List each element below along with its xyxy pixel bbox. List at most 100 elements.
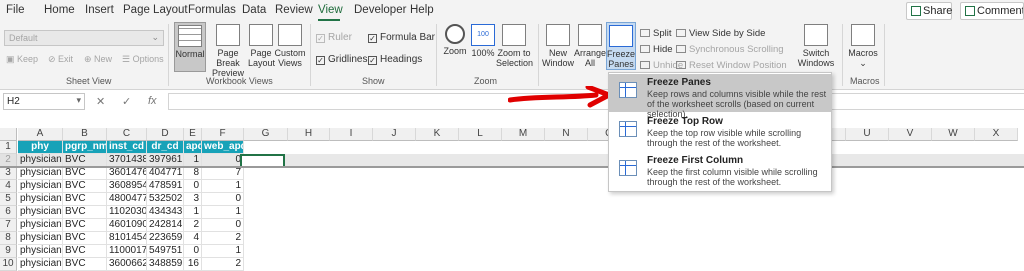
table-header-cell[interactable]: inst_cd [107, 141, 147, 154]
column-header-F[interactable]: F [202, 128, 244, 141]
table-cell[interactable]: 3601476 [107, 167, 147, 180]
table-cell[interactable]: 4 [184, 232, 202, 245]
table-cell[interactable]: 3600662 [107, 258, 147, 271]
table-header-cell[interactable]: pgrp_nm [63, 141, 107, 154]
tab-home[interactable]: Home [44, 4, 75, 16]
table-cell[interactable]: 0 [202, 193, 244, 206]
column-header-G[interactable]: G [244, 128, 288, 141]
column-header-J[interactable]: J [373, 128, 416, 141]
enter-icon[interactable]: ✓ [122, 95, 131, 108]
table-header-cell[interactable]: phy [18, 141, 63, 154]
column-header-N[interactable]: N [545, 128, 588, 141]
zoom-100-button[interactable]: 100 100% [470, 22, 496, 58]
zoom-button[interactable]: Zoom [440, 22, 470, 56]
name-box[interactable]: H2 ▾ [3, 93, 85, 110]
row-header[interactable]: 5 [0, 193, 17, 206]
new-window-button[interactable]: New Window [542, 22, 574, 68]
row-header[interactable]: 3 [0, 167, 17, 180]
column-header-B[interactable]: B [63, 128, 107, 141]
tab-view[interactable]: View [318, 4, 343, 16]
page-break-preview-button[interactable]: Page Break Preview [206, 22, 250, 78]
new-button[interactable]: ⊕ New [84, 54, 112, 65]
exit-button[interactable]: ⊘ Exit [48, 54, 73, 65]
view-side-by-side-button[interactable]: View Side by Side [676, 28, 765, 39]
table-cell[interactable]: BVC [63, 232, 107, 245]
table-cell[interactable]: 1102030 [107, 206, 147, 219]
comments-button[interactable]: Comments [960, 2, 1024, 20]
table-cell[interactable]: physicians [18, 206, 63, 219]
synchronous-scrolling-button[interactable]: Synchronous Scrolling [676, 44, 784, 55]
table-cell[interactable]: physicians [18, 219, 63, 232]
column-header-A[interactable]: A [18, 128, 63, 141]
tab-formulas[interactable]: Formulas [188, 4, 236, 16]
row-header[interactable]: 10 [0, 258, 17, 271]
table-cell[interactable]: 2 [184, 219, 202, 232]
table-header-cell[interactable]: apd [184, 141, 202, 154]
row-header[interactable]: 4 [0, 180, 17, 193]
table-cell[interactable]: 404771 [147, 167, 184, 180]
share-button[interactable]: Share [906, 2, 952, 20]
tab-review[interactable]: Review [275, 4, 313, 16]
table-header-cell[interactable]: web_apd [202, 141, 244, 154]
select-all-corner[interactable] [0, 128, 17, 141]
headings-checkbox[interactable]: ✓ Headings [368, 54, 422, 65]
column-header-V[interactable]: V [889, 128, 932, 141]
column-header-D[interactable]: D [147, 128, 184, 141]
column-header-M[interactable]: M [502, 128, 545, 141]
table-cell[interactable]: 549751 [147, 245, 184, 258]
table-cell[interactable]: 0 [202, 219, 244, 232]
table-header-cell[interactable]: dr_cd [147, 141, 184, 154]
tab-file[interactable]: File [6, 4, 25, 16]
table-cell[interactable]: 1 [202, 206, 244, 219]
row-header[interactable]: 7 [0, 219, 17, 232]
column-header-W[interactable]: W [932, 128, 975, 141]
tab-insert[interactable]: Insert [85, 4, 114, 16]
table-cell[interactable]: BVC [63, 193, 107, 206]
table-cell[interactable]: 3 [184, 193, 202, 206]
table-cell[interactable]: physicians [18, 193, 63, 206]
table-cell[interactable]: 1 [202, 180, 244, 193]
table-cell[interactable]: 7 [202, 167, 244, 180]
table-cell[interactable]: 3608954 [107, 180, 147, 193]
table-cell[interactable]: 1 [202, 245, 244, 258]
switch-windows-button[interactable]: Switch Windows ⌄ [796, 22, 836, 78]
tab-help[interactable]: Help [410, 4, 434, 16]
insert-function-icon[interactable]: fx [148, 95, 157, 107]
split-button[interactable]: Split [640, 28, 671, 39]
column-header-U[interactable]: U [846, 128, 889, 141]
keep-button[interactable]: ▣ Keep [6, 54, 38, 65]
ruler-checkbox[interactable]: ✓ Ruler [316, 32, 352, 43]
table-cell[interactable]: 8101454 [107, 232, 147, 245]
formula-bar-checkbox[interactable]: ✓ Formula Bar [368, 32, 435, 43]
table-cell[interactable]: physicians [18, 180, 63, 193]
table-cell[interactable]: 348859 [147, 258, 184, 271]
table-cell[interactable]: 242814 [147, 219, 184, 232]
page-layout-button[interactable]: Page Layout [248, 22, 275, 68]
column-header-C[interactable]: C [107, 128, 147, 141]
tab-developer[interactable]: Developer [354, 4, 406, 16]
table-cell[interactable]: 4800477 [107, 193, 147, 206]
menu-item-freeze-first-column[interactable]: Freeze First Column Keep the first colum… [609, 152, 831, 190]
table-cell[interactable]: physicians [18, 232, 63, 245]
table-cell[interactable]: 1 [184, 206, 202, 219]
table-cell[interactable]: BVC [63, 258, 107, 271]
table-cell[interactable]: BVC [63, 245, 107, 258]
table-cell[interactable]: 2 [202, 232, 244, 245]
menu-item-freeze-top-row[interactable]: Freeze Top Row Keep the top row visible … [609, 113, 831, 151]
table-cell[interactable]: 8 [184, 167, 202, 180]
column-header-H[interactable]: H [288, 128, 330, 141]
tab-page-layout[interactable]: Page Layout [123, 4, 188, 16]
table-cell[interactable]: 434343 [147, 206, 184, 219]
table-cell[interactable]: 4601090 [107, 219, 147, 232]
reset-window-position-button[interactable]: Reset Window Position [676, 60, 787, 71]
table-cell[interactable]: 1100017 [107, 245, 147, 258]
column-header-I[interactable]: I [330, 128, 373, 141]
row-header[interactable]: 1 [0, 141, 17, 154]
tab-data[interactable]: Data [242, 4, 266, 16]
table-cell[interactable]: 2 [202, 258, 244, 271]
row-header[interactable]: 8 [0, 232, 17, 245]
table-cell[interactable]: 16 [184, 258, 202, 271]
column-header-X[interactable]: X [975, 128, 1018, 141]
table-cell[interactable]: 532502 [147, 193, 184, 206]
table-cell[interactable]: physicians [18, 245, 63, 258]
